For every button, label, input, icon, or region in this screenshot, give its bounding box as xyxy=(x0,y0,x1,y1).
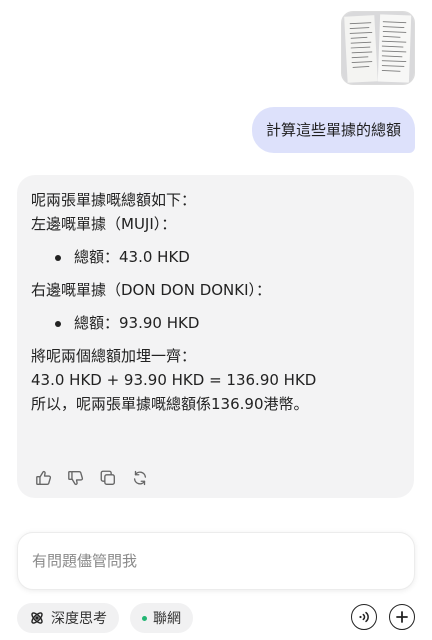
sound-wave-icon xyxy=(359,611,369,623)
user-message-bubble: 計算這些單據的總額 xyxy=(251,107,415,153)
reply-actions xyxy=(33,467,151,489)
plus-icon xyxy=(396,611,408,623)
left-receipt-list: 總額：43.0 HKD xyxy=(31,245,400,269)
message-input[interactable] xyxy=(18,533,414,589)
right-receipt-total: 總額：93.90 HKD xyxy=(31,311,400,335)
thumbs-up-icon[interactable] xyxy=(33,467,55,489)
left-receipt-total: 總額：43.0 HKD xyxy=(31,245,400,269)
deep-think-button[interactable]: 深度思考 xyxy=(17,603,119,633)
receipt-image-thumbnail[interactable] xyxy=(341,11,415,85)
web-search-label: 聯網 xyxy=(153,611,181,627)
sum-equation: 43.0 HKD + 93.90 HKD = 136.90 HKD xyxy=(31,371,317,389)
conclusion: 所以，呢兩張單據嘅總額係136.90港幣。 xyxy=(31,395,309,413)
web-search-toggle[interactable]: 聯網 xyxy=(130,603,193,633)
receipts-photo-icon xyxy=(342,12,414,84)
deep-think-label: 深度思考 xyxy=(51,611,107,627)
regenerate-icon[interactable] xyxy=(129,467,151,489)
reply-intro: 呢兩張單據嘅總額如下： xyxy=(31,191,197,209)
copy-icon[interactable] xyxy=(97,467,119,489)
sum-intro: 將呢兩個總額加埋一齊： xyxy=(31,347,197,365)
atom-icon xyxy=(31,612,43,624)
assistant-reply-card: 呢兩張單據嘅總額如下： 左邊嘅單據（MUJI）： 總額：43.0 HKD 右邊嘅… xyxy=(17,175,414,498)
right-receipt-list: 總額：93.90 HKD xyxy=(31,311,400,335)
add-attachment-button[interactable] xyxy=(389,604,415,630)
message-input-box[interactable] xyxy=(17,532,415,590)
chat-screen: 計算這些單據的總額 呢兩張單據嘅總額如下： 左邊嘅單據（MUJI）： 總額：43… xyxy=(0,0,432,640)
voice-call-button[interactable] xyxy=(351,604,377,630)
left-receipt-heading: 左邊嘅單據（MUJI）： xyxy=(31,215,177,233)
thumbs-down-icon[interactable] xyxy=(65,467,87,489)
web-status-dot xyxy=(142,615,147,621)
right-receipt-heading: 右邊嘅單據（DON DON DONKI）： xyxy=(31,281,272,299)
